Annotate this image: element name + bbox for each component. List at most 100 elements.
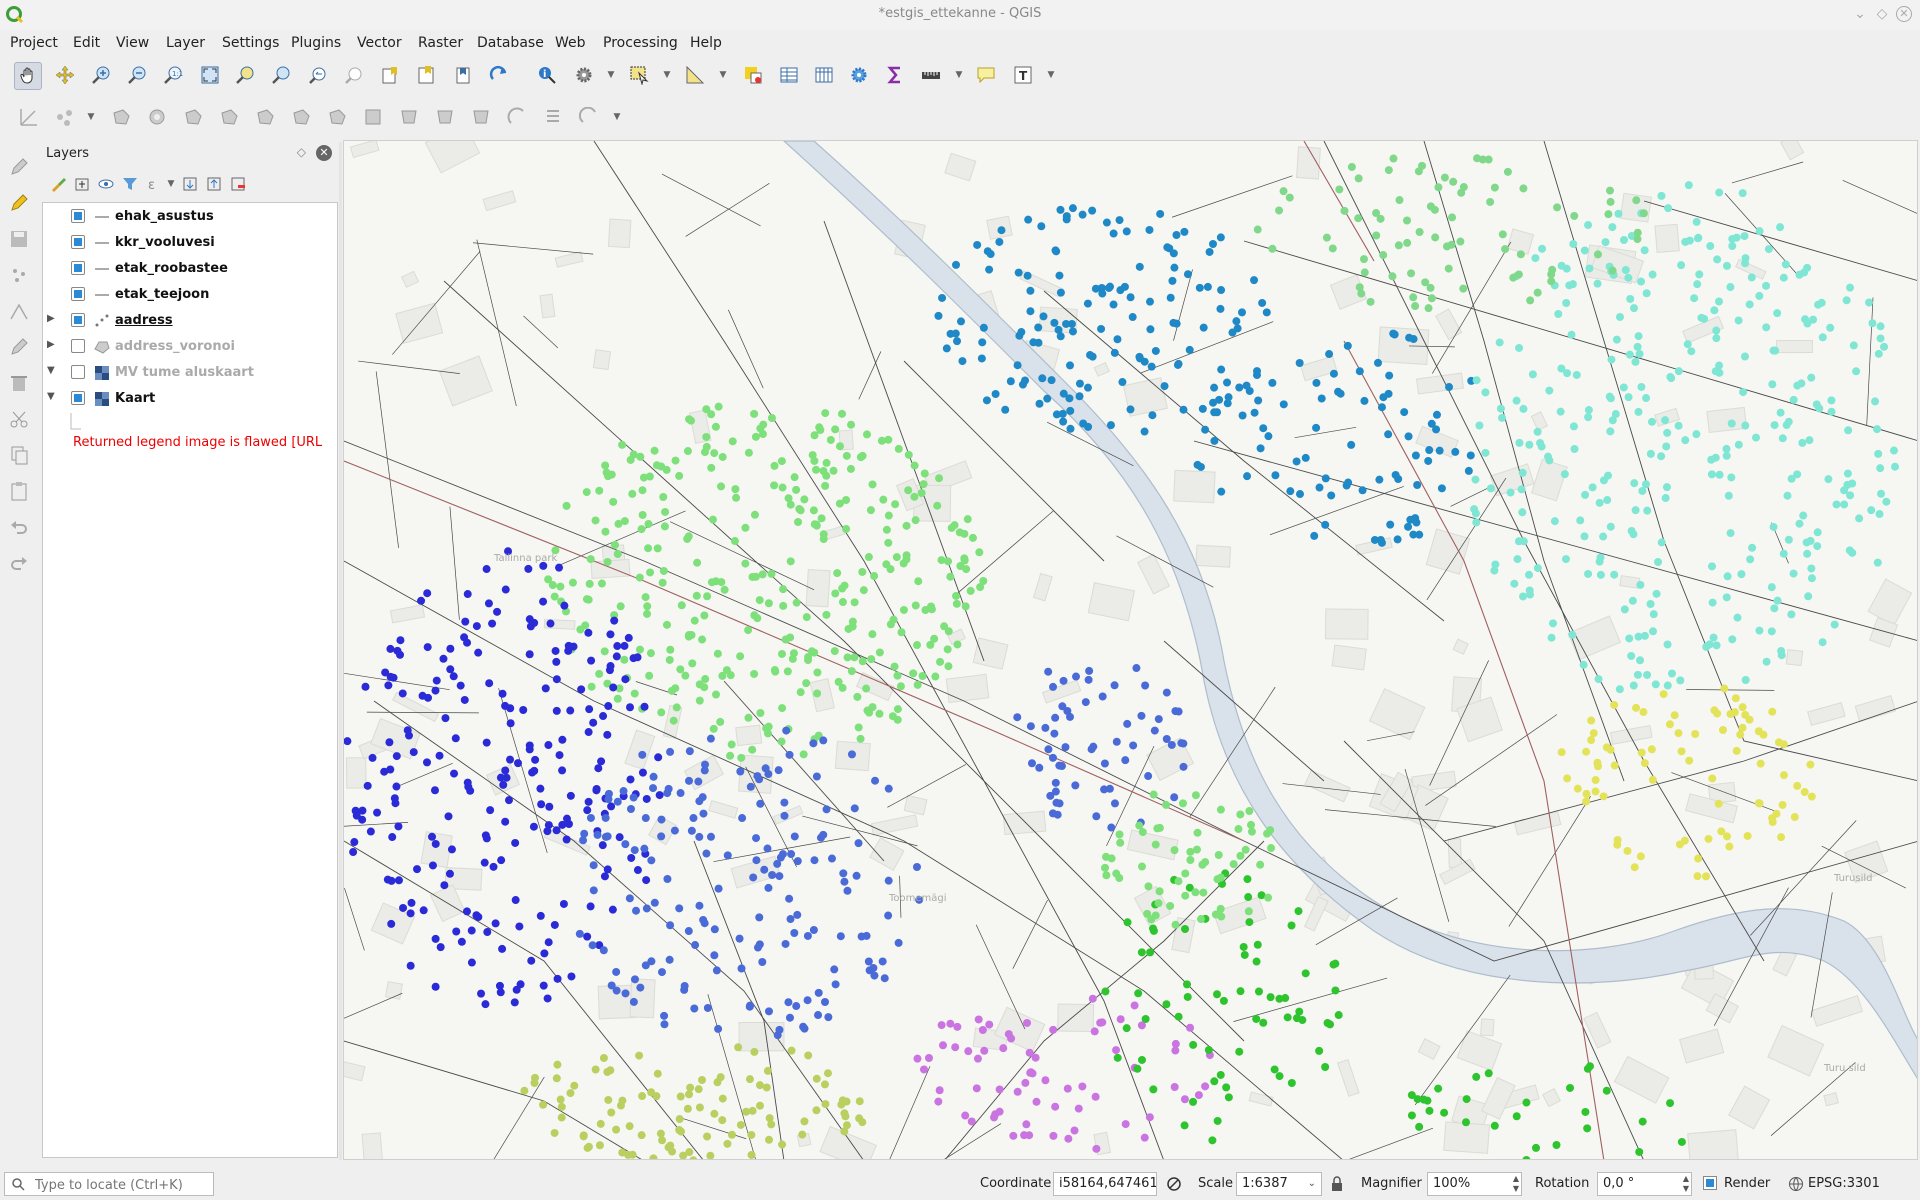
add-ring-button[interactable]: [108, 104, 134, 130]
action-dropdown-icon[interactable]: ▼: [606, 62, 616, 88]
menu-processing[interactable]: Processing: [603, 35, 678, 51]
filter-dropdown-icon[interactable]: ▼: [166, 172, 176, 196]
layer-visibility-checkbox[interactable]: [71, 235, 85, 249]
open-field-calculator-button[interactable]: [811, 62, 837, 88]
layer-row-mv-tume-aluskaart[interactable]: ▼ MV tume aluskaart: [43, 361, 333, 385]
magnifier-spinner-icon[interactable]: ▲ ▼: [1513, 1174, 1519, 1194]
menu-plugins[interactable]: Plugins: [291, 35, 341, 51]
label-dropdown-icon[interactable]: ▼: [612, 104, 622, 130]
merge-features-button[interactable]: [432, 104, 458, 130]
annotation-dropdown-icon[interactable]: ▼: [1046, 62, 1056, 88]
layer-visibility-checkbox[interactable]: [71, 287, 85, 301]
layer-visibility-checkbox[interactable]: [71, 391, 85, 405]
menu-edit[interactable]: Edit: [73, 35, 100, 51]
collapse-all-button[interactable]: [204, 174, 224, 194]
layer-visibility-checkbox[interactable]: [71, 209, 85, 223]
show-bookmarks-button[interactable]: [413, 62, 439, 88]
cut-features-button[interactable]: [8, 408, 30, 430]
save-edits-button[interactable]: [8, 228, 30, 250]
layer-row-etak-teejoon[interactable]: etak_teejoon: [43, 283, 333, 307]
add-point-button[interactable]: [8, 264, 30, 286]
measure-dropdown-icon[interactable]: ▼: [954, 62, 964, 88]
menu-view[interactable]: View: [116, 35, 149, 51]
undo-button[interactable]: [8, 516, 30, 538]
menu-layer[interactable]: Layer: [166, 35, 205, 51]
locator-input[interactable]: [33, 1175, 213, 1195]
menu-raster[interactable]: Raster: [418, 35, 463, 51]
select-value-dropdown-icon[interactable]: ▼: [718, 62, 728, 88]
close-window-icon[interactable]: ✕: [1896, 6, 1912, 22]
menu-web[interactable]: Web: [555, 35, 586, 51]
menu-vector[interactable]: Vector: [357, 35, 402, 51]
panel-splitter[interactable]: [339, 142, 342, 1160]
delete-selected-button[interactable]: [8, 372, 30, 394]
maximize-icon[interactable]: ◇: [1874, 6, 1890, 22]
zoom-last-button[interactable]: [305, 62, 331, 88]
layer-row-ehak-asustus[interactable]: ehak_asustus: [43, 205, 333, 229]
scale-dropdown-icon[interactable]: ⌄: [1308, 1173, 1316, 1195]
vertex-editor-button[interactable]: [8, 300, 30, 322]
processing-toolbox-button[interactable]: [846, 62, 872, 88]
zoom-to-selection-button[interactable]: [232, 62, 258, 88]
collapse-arrow-icon[interactable]: ▼: [47, 391, 59, 402]
pan-to-selection-button[interactable]: [52, 62, 78, 88]
deselect-button[interactable]: [740, 62, 766, 88]
fill-ring-button[interactable]: [180, 104, 206, 130]
close-panel-icon[interactable]: ✕: [316, 145, 332, 161]
rotate-label-button[interactable]: [576, 104, 602, 130]
expand-all-button[interactable]: [180, 174, 200, 194]
delete-part-button[interactable]: [252, 104, 278, 130]
select-by-value-button[interactable]: [682, 62, 708, 88]
offset-curve-button[interactable]: [324, 104, 350, 130]
layer-visibility-checkbox[interactable]: [71, 261, 85, 275]
add-group-button[interactable]: [72, 174, 92, 194]
select-dropdown-icon[interactable]: ▼: [662, 62, 672, 88]
reshape-button[interactable]: [288, 104, 314, 130]
collapse-arrow-icon[interactable]: ▼: [47, 365, 59, 376]
filter-legend-button[interactable]: [120, 174, 140, 194]
redo-button[interactable]: [8, 552, 30, 574]
zoom-full-button[interactable]: [197, 62, 223, 88]
copy-features-button[interactable]: [8, 444, 30, 466]
layer-row-aadress[interactable]: ▶ aadress: [43, 309, 333, 333]
text-annotation-button[interactable]: T: [1010, 62, 1036, 88]
zoom-out-button[interactable]: [124, 62, 150, 88]
scale-field[interactable]: 1:6387 ⌄: [1236, 1172, 1322, 1196]
render-checkbox[interactable]: [1703, 1176, 1717, 1190]
delete-ring-button[interactable]: [216, 104, 242, 130]
filter-expression-button[interactable]: ε: [144, 174, 164, 194]
merge-attributes-button[interactable]: [468, 104, 494, 130]
crs-button[interactable]: EPSG:3301: [1808, 1176, 1880, 1191]
menu-database[interactable]: Database: [477, 35, 544, 51]
statistics-button[interactable]: [882, 62, 908, 88]
minimize-icon[interactable]: ⌄: [1852, 6, 1868, 22]
expand-arrow-icon[interactable]: ▶: [47, 313, 59, 324]
rotate-point-symbols-button[interactable]: [504, 104, 530, 130]
toggle-editing-button[interactable]: [8, 192, 30, 214]
refresh-button[interactable]: [486, 62, 512, 88]
layer-row-kkr-vooluvesi[interactable]: kkr_vooluvesi: [43, 231, 333, 255]
layer-visibility-checkbox[interactable]: [71, 339, 85, 353]
zoom-in-button[interactable]: [88, 62, 114, 88]
magnifier-field[interactable]: 100% ▲ ▼: [1427, 1172, 1522, 1196]
layer-visibility-checkbox[interactable]: [71, 365, 85, 379]
menu-help[interactable]: Help: [690, 35, 722, 51]
advanced-digitizing-button[interactable]: [16, 104, 42, 130]
open-layer-styling-button[interactable]: [48, 174, 68, 194]
move-feature-button[interactable]: [8, 336, 30, 358]
zoom-to-layer-button[interactable]: [268, 62, 294, 88]
vertex-tool-button[interactable]: [52, 104, 78, 130]
map-canvas[interactable]: Tallinna park Toomemägi Turusild Turu si…: [343, 140, 1918, 1160]
select-features-button[interactable]: [626, 62, 652, 88]
expand-arrow-icon[interactable]: ▶: [47, 339, 59, 350]
rotation-field[interactable]: 0,0 ° ▲ ▼: [1597, 1172, 1692, 1196]
vertex-dropdown-icon[interactable]: ▼: [86, 104, 96, 130]
spatial-bookmarks-button[interactable]: [450, 62, 476, 88]
open-attribute-table-button[interactable]: [776, 62, 802, 88]
offset-point-symbols-button[interactable]: [540, 104, 566, 130]
layer-row-address-voronoi[interactable]: ▶ address_voronoi: [43, 335, 333, 359]
float-panel-icon[interactable]: ◇: [297, 145, 306, 159]
menu-settings[interactable]: Settings: [222, 35, 279, 51]
map-tips-button[interactable]: [973, 62, 999, 88]
rotation-spinner-icon[interactable]: ▲ ▼: [1683, 1174, 1689, 1194]
